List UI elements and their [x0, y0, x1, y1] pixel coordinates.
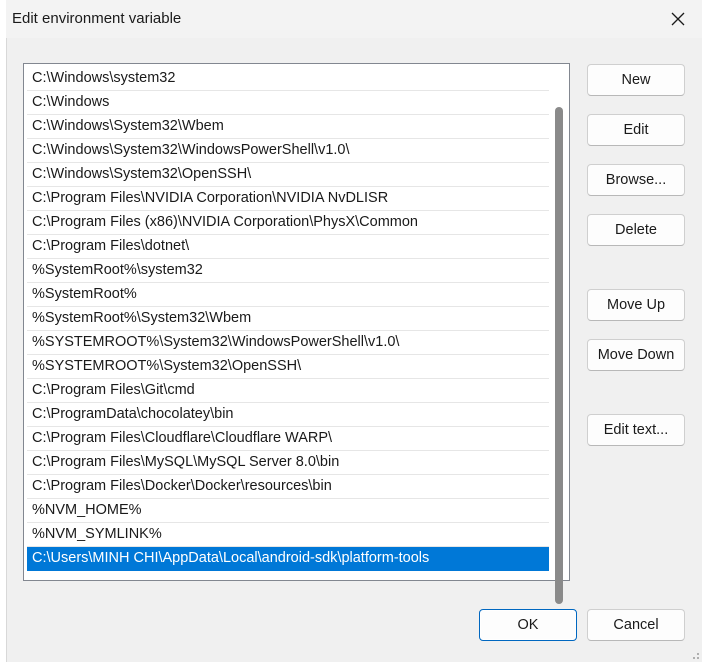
background-window-edge — [0, 0, 7, 662]
title-bar: Edit environment variable — [6, 0, 702, 38]
move-up-button[interactable]: Move Up — [587, 289, 685, 321]
list-item-selected[interactable]: C:\Users\MINH CHI\AppData\Local\android-… — [27, 547, 549, 571]
list-item[interactable]: C:\Program Files\MySQL\MySQL Server 8.0\… — [27, 451, 549, 475]
list-item[interactable]: %NVM_HOME% — [27, 499, 549, 523]
delete-button[interactable]: Delete — [587, 214, 685, 246]
list-item[interactable]: C:\Windows\System32\WindowsPowerShell\v1… — [27, 139, 549, 163]
close-button[interactable] — [660, 0, 696, 38]
list-item[interactable]: %SYSTEMROOT%\System32\WindowsPowerShell\… — [27, 331, 549, 355]
browse-button[interactable]: Browse... — [587, 164, 685, 196]
list-item[interactable]: %SystemRoot%\System32\Wbem — [27, 307, 549, 331]
dialog-title: Edit environment variable — [12, 10, 182, 27]
list-item[interactable]: %SystemRoot%\system32 — [27, 259, 549, 283]
list-item[interactable]: C:\Windows\System32\OpenSSH\ — [27, 163, 549, 187]
list-item[interactable]: C:\Program Files\NVIDIA Corporation\NVID… — [27, 187, 549, 211]
list-item[interactable]: C:\Program Files\dotnet\ — [27, 235, 549, 259]
new-button[interactable]: New — [587, 64, 685, 96]
close-icon — [671, 12, 685, 26]
list-item[interactable]: %NVM_SYMLINK% — [27, 523, 549, 547]
cancel-button[interactable]: Cancel — [587, 609, 685, 641]
resize-grip-icon[interactable] — [688, 648, 700, 660]
list-item[interactable]: C:\Windows\system32 — [27, 67, 549, 91]
edit-button[interactable]: Edit — [587, 114, 685, 146]
path-list-items: C:\Windows\system32 C:\Windows C:\Windows\… — [27, 67, 549, 571]
list-item[interactable]: C:\Windows\System32\Wbem — [27, 115, 549, 139]
vertical-scrollbar[interactable] — [555, 107, 563, 604]
path-list[interactable]: C:\Windows\system32 C:\Windows C:\Windows\… — [23, 63, 570, 604]
list-item[interactable]: C:\Program Files\Git\cmd — [27, 379, 549, 403]
list-item[interactable]: C:\ProgramData\chocolatey\bin — [27, 403, 549, 427]
list-item[interactable]: %SYSTEMROOT%\System32\OpenSSH\ — [27, 355, 549, 379]
list-item[interactable]: C:\Program Files\Docker\Docker\resources… — [27, 475, 549, 499]
ok-button[interactable]: OK — [479, 609, 577, 641]
edit-text-button[interactable]: Edit text... — [587, 414, 685, 446]
move-down-button[interactable]: Move Down — [587, 339, 685, 371]
list-item[interactable]: C:\Program Files\Cloudflare\Cloudflare W… — [27, 427, 549, 451]
list-item[interactable]: %SystemRoot% — [27, 283, 549, 307]
list-item[interactable]: C:\Windows — [27, 91, 549, 115]
edit-environment-variable-dialog: Edit environment variable C:\Windows\sys… — [0, 0, 702, 662]
list-item[interactable]: C:\Program Files (x86)\NVIDIA Corporatio… — [27, 211, 549, 235]
